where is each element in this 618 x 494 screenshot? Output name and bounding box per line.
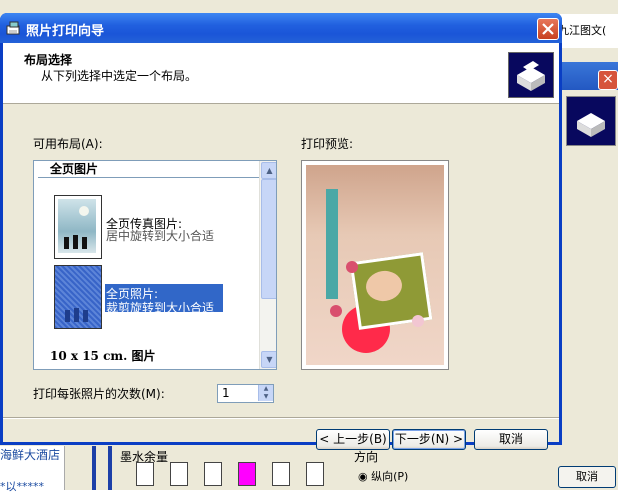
layout-list[interactable]: 全页图片 全页传真图片: 居中旋转到大小合适 全页照片: 裁剪旋转到大小合适 1… xyxy=(33,160,277,370)
layout-thumbnail-photo[interactable] xyxy=(54,265,102,329)
spin-down-icon[interactable]: ▼ xyxy=(258,393,273,401)
copies-spinner[interactable]: 1 ▲ ▼ xyxy=(217,384,274,403)
background-divider xyxy=(92,446,96,490)
printer-icon xyxy=(508,52,554,98)
portrait-radio[interactable]: ◉ 纵向(P) xyxy=(358,468,408,484)
ink-cartridge-magenta xyxy=(238,462,256,486)
ink-cartridge xyxy=(272,462,290,486)
fax-photo-image xyxy=(58,199,96,253)
preview-flower xyxy=(412,315,424,327)
ink-cartridge xyxy=(136,462,154,486)
ink-cartridge xyxy=(204,462,222,486)
orientation-title: 方向 xyxy=(354,450,379,464)
cancel-button[interactable]: 取消 xyxy=(474,429,548,450)
copies-label: 打印每张照片的次数(M): xyxy=(33,387,165,401)
dialog-body: 布局选择 从下列选择中选定一个布局。 可用布局(A): 打印预览: 全页图片 全… xyxy=(3,43,559,450)
layout-item-fax-desc[interactable]: 居中旋转到大小合适 xyxy=(106,227,214,244)
layout-list-scrollbar[interactable]: ▲ ▼ xyxy=(259,161,276,369)
preview-calendar-strip xyxy=(326,189,338,299)
back-button[interactable]: < 上一步(B) xyxy=(316,429,390,450)
spin-up-icon[interactable]: ▲ xyxy=(258,385,273,393)
background-close-icon[interactable]: × xyxy=(598,70,618,90)
scroll-down-icon[interactable]: ▼ xyxy=(261,351,276,368)
layout-group-header: 全页图片 xyxy=(38,162,270,178)
layout-group-footer: 10 x 15 cm. 图片 xyxy=(50,349,156,363)
available-layouts-label: 可用布局(A): xyxy=(33,137,103,151)
close-button[interactable] xyxy=(537,18,559,40)
scroll-up-icon[interactable]: ▲ xyxy=(261,162,276,179)
layout-item-photo-desc[interactable]: 裁剪旋转到大小合适 xyxy=(106,299,214,316)
background-window-title: 九江图文( xyxy=(558,24,607,37)
photo-print-wizard-dialog: 照片打印向导 布局选择 从下列选择中选定一个布局。 可用布局(A): 打印预览: xyxy=(0,13,562,450)
photo-print-wizard-icon xyxy=(6,20,22,36)
layout-thumbnail-fax[interactable] xyxy=(54,195,102,259)
next-button[interactable]: 下一步(N) > xyxy=(392,429,466,450)
titlebar: 照片打印向导 xyxy=(0,13,562,43)
scrollbar-thumb[interactable] xyxy=(261,179,276,299)
header-title: 布局选择 xyxy=(24,53,73,67)
ink-cartridge xyxy=(306,462,324,486)
dialog-title: 照片打印向导 xyxy=(26,24,105,39)
background-cancel-button[interactable]: 取消 xyxy=(558,466,616,488)
radio-dot-icon: ◉ xyxy=(358,470,368,483)
header-subtitle: 从下列选择中选定一个布局。 xyxy=(41,69,198,83)
background-hotel-text: 海鲜大酒店 xyxy=(0,448,61,462)
background-printer-icon xyxy=(566,96,616,146)
preview-flower xyxy=(330,305,342,317)
close-icon xyxy=(542,23,554,35)
preview-photo xyxy=(306,165,444,365)
copies-value[interactable]: 1 xyxy=(222,386,230,400)
background-divider xyxy=(108,446,112,490)
footer-separator xyxy=(3,417,559,419)
print-preview xyxy=(301,160,449,370)
print-preview-label: 打印预览: xyxy=(301,137,354,151)
background-hotel-text-2: *以***** xyxy=(0,480,44,493)
wizard-header: 布局选择 从下列选择中选定一个布局。 xyxy=(3,43,559,104)
preview-flower xyxy=(346,261,358,273)
portrait-radio-label: 纵向(P) xyxy=(371,470,409,483)
ink-cartridge xyxy=(170,462,188,486)
